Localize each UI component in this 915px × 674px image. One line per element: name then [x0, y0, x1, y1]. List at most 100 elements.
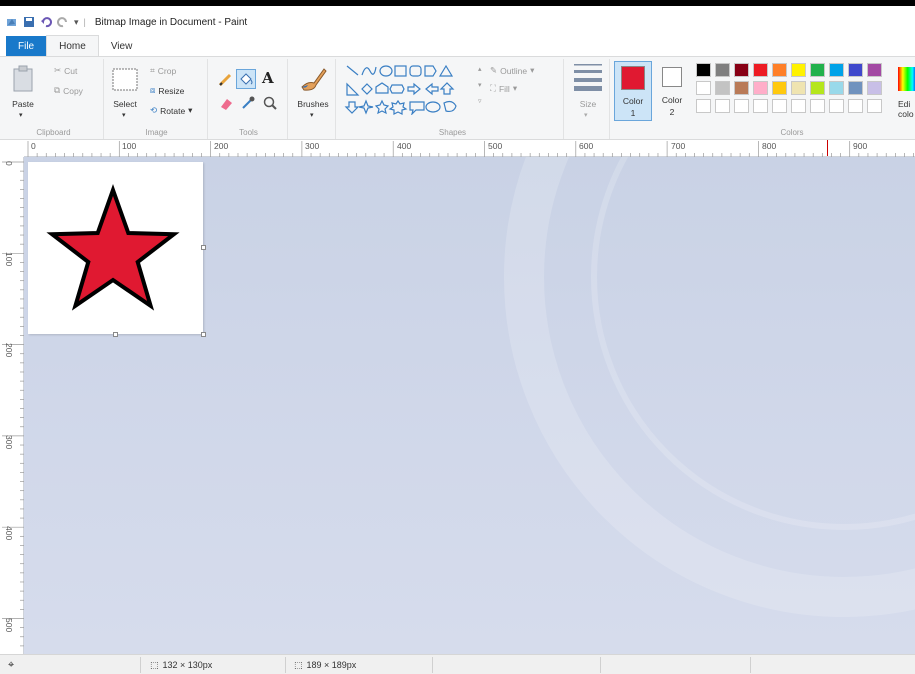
outline-button[interactable]: ✎ Outline ▾	[490, 65, 534, 76]
fill-button[interactable]: ⛶ Fill ▾	[490, 83, 517, 94]
brush-icon	[301, 68, 327, 91]
redo-icon[interactable]	[57, 16, 69, 28]
status-divider	[600, 657, 601, 673]
rotate-button[interactable]: ⟲ Rotate ▾	[150, 105, 192, 116]
shapes-gallery[interactable]	[344, 63, 476, 115]
canvas-workspace[interactable]	[24, 157, 915, 654]
palette-swatch[interactable]	[829, 99, 844, 113]
ruler-v-label: 200	[4, 343, 14, 358]
palette-swatch[interactable]	[848, 99, 863, 113]
palette-swatch[interactable]	[772, 63, 787, 77]
ruler-h-label: 700	[671, 141, 686, 151]
undo-icon[interactable]	[40, 16, 52, 28]
group-colors: Colors	[692, 59, 892, 139]
selection-size-icon: ⬚	[150, 659, 159, 670]
resize-handle-bottom[interactable]	[113, 332, 118, 337]
palette-swatch[interactable]	[696, 99, 711, 113]
clipboard-group-label: Clipboard	[36, 128, 71, 137]
tab-home[interactable]: Home	[46, 35, 99, 56]
text-tool[interactable]: A	[262, 69, 274, 87]
tab-view[interactable]: View	[99, 36, 145, 56]
save-icon[interactable]	[23, 16, 35, 28]
palette-swatch[interactable]	[753, 99, 768, 113]
palette-swatch[interactable]	[867, 63, 882, 77]
palette-swatch[interactable]	[810, 99, 825, 113]
color1-swatch	[621, 66, 645, 90]
palette-swatch[interactable]	[715, 63, 730, 77]
magnifier-tool[interactable]	[262, 95, 278, 111]
group-shapes: ▴ ▾ ▿ ✎ Outline ▾ ⛶ Fill ▾ Shapes	[342, 59, 564, 139]
palette-swatch[interactable]	[791, 81, 806, 95]
drawing-canvas[interactable]	[28, 162, 203, 334]
status-divider	[285, 657, 286, 673]
shapes-scroll-down-icon[interactable]: ▾	[478, 81, 482, 89]
color2-button[interactable]: Color 2	[654, 61, 690, 121]
group-image: Select ▾ ⌗ Crop ⧈ Resize ⟲ Rotate ▾ Image	[106, 59, 208, 139]
tab-file[interactable]: File	[6, 36, 47, 56]
color1-label: Color	[622, 96, 644, 106]
vertical-ruler-ticks	[2, 161, 24, 647]
eraser-tool[interactable]	[218, 95, 234, 111]
select-rectangle-icon	[112, 68, 138, 91]
ruler-v-label: 300	[4, 435, 14, 450]
pencil-tool[interactable]	[218, 71, 234, 87]
resize-handle-right[interactable]	[201, 245, 206, 250]
selection-size: ⬚ 132 × 130px	[150, 657, 212, 673]
palette-swatch[interactable]	[867, 81, 882, 95]
palette-swatch[interactable]	[734, 99, 749, 113]
red-star-shape[interactable]	[28, 162, 203, 334]
rotate-icon: ⟲	[150, 105, 158, 115]
crop-button[interactable]: ⌗ Crop	[150, 65, 176, 76]
group-brushes[interactable]: Brushes ▾	[290, 59, 336, 139]
palette-swatch[interactable]	[734, 63, 749, 77]
pencil-icon	[218, 73, 232, 87]
shapes-expand-icon[interactable]: ▿	[478, 97, 482, 105]
ruler-h-label: 800	[762, 141, 777, 151]
palette-swatch[interactable]	[753, 63, 768, 77]
palette-swatch[interactable]	[791, 99, 806, 113]
palette-swatch[interactable]	[791, 63, 806, 77]
edit-colors-button[interactable]: Edi colo	[894, 61, 915, 121]
fill-tool[interactable]	[236, 69, 256, 89]
ruler-v-label: 100	[4, 252, 14, 267]
ruler-h-label: 500	[488, 141, 503, 151]
image-group-label: Image	[145, 128, 168, 137]
select-dropdown-icon: ▾	[122, 112, 126, 119]
palette-swatch[interactable]	[696, 81, 711, 95]
paste-dropdown-icon: ▾	[19, 112, 23, 119]
cursor-position-marker	[827, 140, 828, 156]
select-button[interactable]: Select ▾	[108, 63, 142, 121]
palette-swatch[interactable]	[829, 63, 844, 77]
paste-icon	[13, 65, 33, 92]
ruler-v-label: 400	[4, 526, 14, 541]
palette-swatch[interactable]	[696, 63, 711, 77]
palette-swatch[interactable]	[810, 81, 825, 95]
resize-handle-corner[interactable]	[201, 332, 206, 337]
shapes-scroll-up-icon[interactable]: ▴	[478, 65, 482, 73]
customize-toolbar-icon[interactable]: ▾	[74, 17, 79, 28]
palette-swatch[interactable]	[753, 81, 768, 95]
paste-button[interactable]: Paste ▾	[8, 63, 38, 121]
horizontal-ruler-ticks	[27, 141, 914, 157]
outline-icon: ✎	[490, 65, 498, 75]
crosshair-icon: ⌖	[8, 658, 15, 671]
resize-button[interactable]: ⧈ Resize	[150, 85, 184, 96]
size-label: Size	[579, 99, 597, 109]
palette-swatch[interactable]	[848, 63, 863, 77]
palette-swatch[interactable]	[867, 99, 882, 113]
color-picker-tool[interactable]	[240, 95, 256, 111]
palette-swatch[interactable]	[734, 81, 749, 95]
copy-button[interactable]: ⧉ Copy	[54, 85, 83, 96]
magnifier-icon	[263, 96, 277, 110]
palette-swatch[interactable]	[829, 81, 844, 95]
palette-swatch[interactable]	[848, 81, 863, 95]
palette-swatch[interactable]	[772, 81, 787, 95]
palette-swatch[interactable]	[715, 81, 730, 95]
cut-button[interactable]: ✂ Cut	[54, 65, 77, 76]
palette-swatch[interactable]	[810, 63, 825, 77]
palette-swatch[interactable]	[772, 99, 787, 113]
palette-swatch[interactable]	[715, 99, 730, 113]
color1-button[interactable]: Color 1	[614, 61, 652, 121]
group-size[interactable]: Size ▾	[566, 59, 610, 139]
ruler-h-label: 100	[122, 141, 137, 151]
